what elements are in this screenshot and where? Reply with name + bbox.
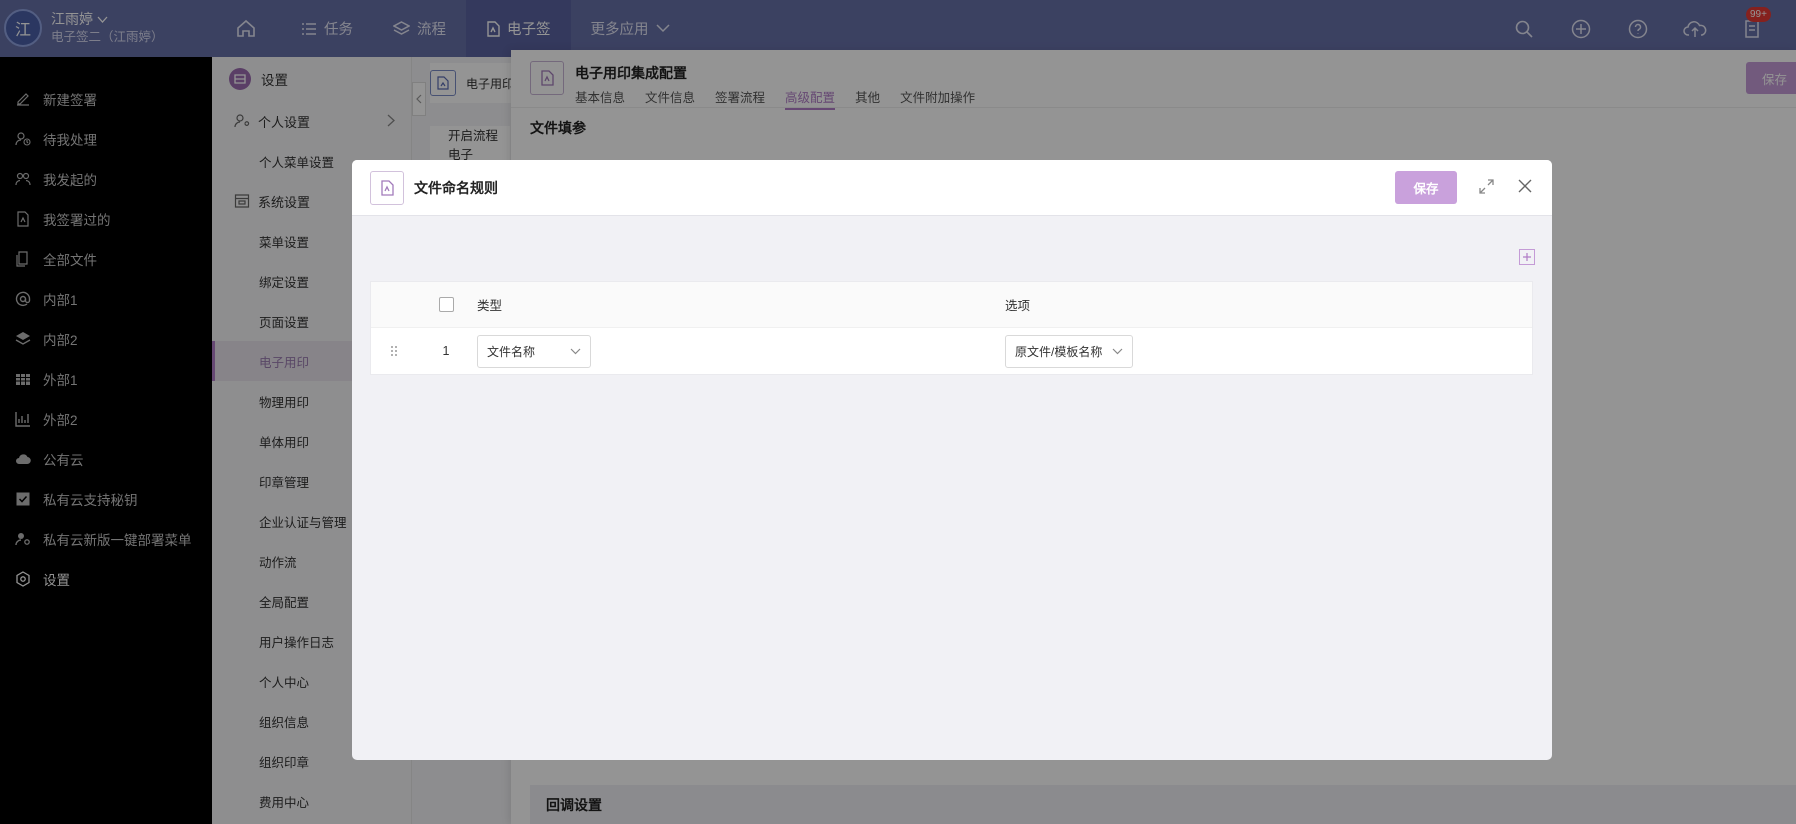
column-type: 类型: [477, 299, 503, 313]
row-index: 1: [442, 344, 450, 358]
table-row: 1 文件名称 原文件/模板名称: [371, 328, 1532, 374]
add-row-button[interactable]: [1519, 249, 1535, 265]
expand-icon: [1479, 179, 1494, 194]
modal-header: 文件命名规则 保存: [352, 160, 1552, 216]
expand-button[interactable]: [1479, 179, 1494, 197]
drag-handle-icon: [391, 346, 397, 356]
doc-sign-icon: [370, 170, 404, 205]
option-select[interactable]: 原文件/模板名称: [1005, 334, 1133, 368]
select-all-checkbox[interactable]: [438, 297, 454, 312]
naming-rules-table: 类型 选项 1 文件名称 原文件/模板名称: [370, 281, 1533, 375]
close-button[interactable]: [1518, 179, 1532, 196]
table-header: 类型 选项: [371, 282, 1532, 328]
close-icon: [1518, 179, 1532, 193]
column-option: 选项: [1005, 299, 1031, 313]
plus-square-icon: [1523, 253, 1531, 261]
modal-save-button[interactable]: 保存: [1395, 171, 1457, 204]
type-select[interactable]: 文件名称: [477, 334, 591, 368]
modal-title: 文件命名规则: [414, 179, 498, 196]
chevron-down-icon: [570, 348, 581, 354]
chevron-down-icon: [1112, 348, 1123, 354]
drag-handle[interactable]: [371, 345, 417, 357]
file-naming-modal: 文件命名规则 保存 类型 选项 1 文件名称 原文件/模板名称: [352, 160, 1552, 760]
